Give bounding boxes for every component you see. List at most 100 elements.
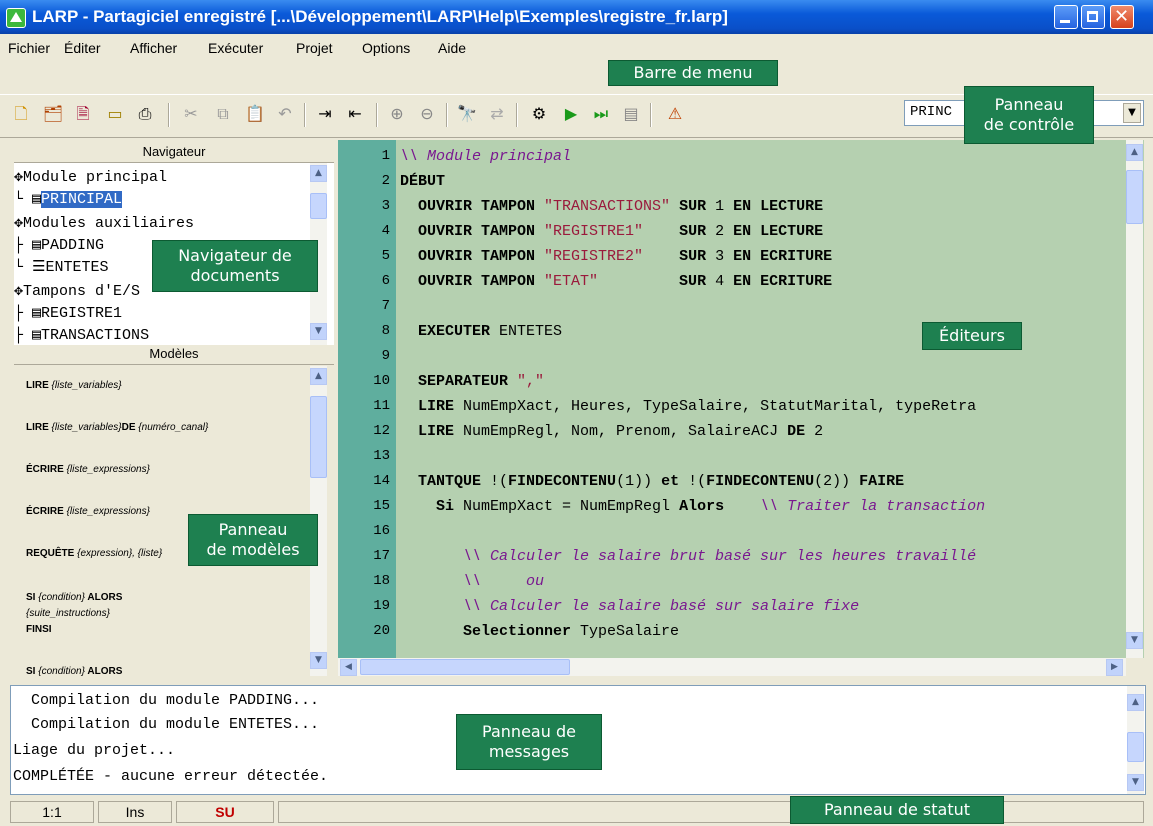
scroll-up-icon[interactable]: ▲ [310, 368, 327, 385]
scroll-left-icon[interactable]: ◀ [340, 659, 357, 676]
tree-item[interactable]: └ ☰ENTETES [14, 257, 108, 276]
outdent-icon[interactable]: ⇤ [344, 103, 366, 125]
document-icon: ├ ▤ [14, 327, 42, 344]
template-item[interactable]: SI {condition} ALORS [26, 666, 122, 676]
template-item[interactable]: SI {condition} ALORS [26, 592, 122, 603]
line-number: 17 [373, 548, 390, 564]
save-icon[interactable]: 🗎 [72, 103, 94, 125]
scroll-down-icon[interactable]: ▼ [310, 652, 327, 669]
undo-icon[interactable]: ↶ [274, 103, 296, 125]
tree-item[interactable]: ✥Module principal [14, 167, 167, 186]
scroll-down-icon[interactable]: ▼ [1127, 774, 1144, 791]
code-token: (1)) [616, 473, 662, 490]
line-number: 8 [381, 323, 390, 339]
code-token: "ETAT" [544, 273, 599, 290]
tree-item[interactable]: └ ▤PRINCIPAL [14, 189, 123, 208]
line-number: 4 [381, 223, 390, 239]
code-token: Si [400, 498, 464, 515]
messages-scrollbar[interactable]: ▲ ▼ [1127, 686, 1144, 794]
output-icon[interactable]: ▤ [620, 103, 642, 125]
maximize-icon [1087, 11, 1098, 22]
folder-icon[interactable]: ▭ [104, 103, 126, 125]
scroll-right-icon[interactable]: ▶ [1106, 659, 1123, 676]
code-token: SEPARATEUR [400, 373, 518, 390]
replace-icon[interactable]: ⇄ [486, 103, 508, 125]
new-file-icon[interactable]: 🗋 [10, 103, 32, 125]
editor-hscrollbar[interactable]: ◀ ▶ [338, 658, 1126, 676]
cut-icon[interactable]: ✂ [180, 103, 202, 125]
tree-item[interactable]: ✥Tampons d'E/S [14, 281, 140, 300]
code-token: DÉBUT [400, 173, 446, 190]
document-icon: └ ▤ [14, 191, 42, 208]
copy-icon[interactable]: ⧉ [212, 103, 234, 125]
scroll-up-icon[interactable]: ▲ [310, 165, 327, 182]
code-line: LIRE NumEmpXact, Heures, TypeSalaire, St… [400, 398, 976, 415]
line-number: 13 [373, 448, 390, 464]
scroll-thumb[interactable] [360, 659, 570, 675]
find-icon[interactable]: 🔭 [456, 103, 478, 125]
open-icon[interactable]: 🗂 [42, 103, 64, 125]
line-number: 1 [381, 148, 390, 164]
code-token: Alors [679, 498, 725, 515]
editor-vscrollbar[interactable]: ▲ ▼ [1126, 140, 1143, 658]
zoom-in-icon[interactable]: ⊕ [386, 103, 408, 125]
template-item[interactable]: FINSI [26, 624, 52, 635]
maximize-button[interactable] [1081, 5, 1105, 29]
template-item[interactable]: ÉCRIRE {liste_expressions} [26, 464, 150, 475]
menu-options[interactable]: Options [362, 40, 410, 56]
step-icon[interactable]: ⏭ [590, 103, 612, 125]
scroll-thumb[interactable] [1127, 732, 1144, 762]
code-token: "REGISTRE2" [544, 248, 644, 265]
callout-templates: Panneau de modèles [188, 514, 318, 566]
scroll-up-icon[interactable]: ▲ [1127, 694, 1144, 711]
line-number: 18 [373, 573, 390, 589]
message-line: COMPLÉTÉE - aucune erreur détectée. [13, 768, 329, 785]
scroll-thumb[interactable] [310, 193, 327, 219]
tree-item[interactable]: ├ ▤PADDING [14, 235, 104, 254]
module-select-value: PRINC [910, 104, 953, 120]
indent-icon[interactable]: ⇥ [314, 103, 336, 125]
code-token: TANTQUE [400, 473, 491, 490]
minimize-button[interactable] [1054, 5, 1078, 29]
tree-item[interactable]: ✥Modules auxiliaires [14, 213, 194, 232]
template-item[interactable]: ÉCRIRE {liste_expressions} [26, 506, 150, 517]
template-item[interactable]: REQUÊTE {expression}, {liste} [26, 548, 162, 559]
code-line: \\ Calculer le salaire brut basé sur les… [400, 548, 976, 565]
scroll-down-icon[interactable]: ▼ [310, 323, 327, 340]
line-number: 3 [381, 198, 390, 214]
menu-aide[interactable]: Aide [438, 40, 466, 56]
menu-afficher[interactable]: Afficher [130, 40, 177, 56]
code-editor[interactable]: 1 2 3 4 5 6 7 8 9 10 11 12 13 14 15 16 1… [338, 140, 1144, 658]
toolbar-separator [516, 103, 518, 127]
print-icon[interactable]: ⎙ [134, 103, 156, 125]
navigator-header: Navigateur [14, 144, 334, 163]
title-bar[interactable]: LARP - Partagiciel enregistré [...\Dével… [0, 0, 1153, 34]
chevron-down-icon[interactable]: ▼ [1123, 103, 1141, 123]
template-item[interactable]: LIRE {liste_variables}DE {numéro_canal} [26, 422, 208, 433]
tree-item[interactable]: ├ ▤TRANSACTIONS [14, 325, 149, 344]
template-item[interactable]: {suite_instructions} [26, 608, 110, 619]
code-token: \\ ou [400, 573, 545, 590]
menu-editer[interactable]: Éditer [64, 40, 101, 56]
zoom-out-icon[interactable]: ⊖ [416, 103, 438, 125]
paste-icon[interactable]: 📋 [244, 103, 266, 125]
scroll-thumb[interactable] [310, 396, 327, 478]
menu-executer[interactable]: Exécuter [208, 40, 263, 56]
template-item[interactable]: LIRE {liste_variables} [26, 380, 122, 391]
document-icon: ├ ▤ [14, 305, 42, 322]
scroll-up-icon[interactable]: ▲ [1126, 144, 1143, 161]
scroll-thumb[interactable] [1126, 170, 1143, 224]
close-button[interactable]: ✕ [1110, 5, 1134, 29]
compile-icon[interactable]: ⚙ [528, 103, 550, 125]
tree-item[interactable]: ├ ▤REGISTRE1 [14, 303, 122, 322]
debug-icon[interactable]: ⚠ [664, 103, 686, 125]
menu-fichier[interactable]: Fichier [8, 40, 50, 56]
code-token: NumEmpXact = NumEmpRegl [463, 498, 680, 515]
menu-projet[interactable]: Projet [296, 40, 333, 56]
run-icon[interactable]: ▶ [560, 103, 582, 125]
code-token: 2 [715, 223, 725, 240]
code-token: \\ Module principal [400, 148, 572, 165]
line-number: 15 [373, 498, 390, 514]
scroll-down-icon[interactable]: ▼ [1126, 632, 1143, 649]
code-token: OUVRIR TAMPON [400, 248, 545, 265]
